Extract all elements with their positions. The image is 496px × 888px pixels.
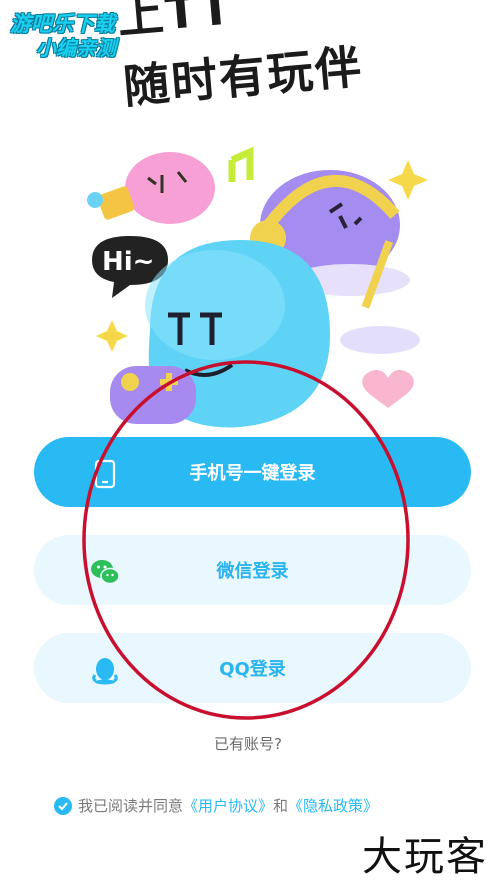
hero-illustration: Hi~: [87, 146, 428, 428]
phone-icon: [94, 459, 116, 489]
has-account-link[interactable]: 已有账号?: [0, 733, 496, 754]
sparkle-icon: [96, 320, 128, 352]
sparkle-icon: [388, 160, 428, 200]
music-note-icon: [228, 146, 254, 182]
qq-login-button[interactable]: QQ登录: [34, 633, 471, 703]
wechat-login-label: 微信登录: [216, 561, 289, 582]
wechat-login-button[interactable]: 微信登录: [34, 535, 471, 605]
agreement-prefix: 我已阅读并同意: [78, 797, 184, 815]
user-agreement-link[interactable]: 《用户协议》: [183, 795, 273, 816]
check-icon: [58, 801, 68, 810]
game-controller-illustration: [110, 366, 196, 424]
wechat-icon: [91, 560, 120, 585]
agreement-checkbox[interactable]: [54, 796, 72, 815]
qq-login-label: QQ登录: [219, 659, 286, 680]
qq-penguin-icon: [92, 658, 118, 685]
privacy-policy-link[interactable]: 《隐私政策》: [288, 795, 378, 816]
speech-text: Hi~: [102, 247, 154, 277]
agreement-and: 和: [273, 797, 289, 815]
phone-login-label: 手机号一键登录: [189, 463, 316, 484]
pink-creature-illustration: [87, 152, 215, 224]
watermark-bottom-right: 大玩客: [362, 834, 488, 880]
headline: 上TT 随时有玩伴: [114, 0, 405, 122]
heart-icon: [362, 369, 414, 408]
phone-login-button[interactable]: 手机号一键登录: [34, 437, 471, 507]
agreement-row: 我已阅读并同意 《用户协议》 和 《隐私政策》: [54, 795, 378, 816]
